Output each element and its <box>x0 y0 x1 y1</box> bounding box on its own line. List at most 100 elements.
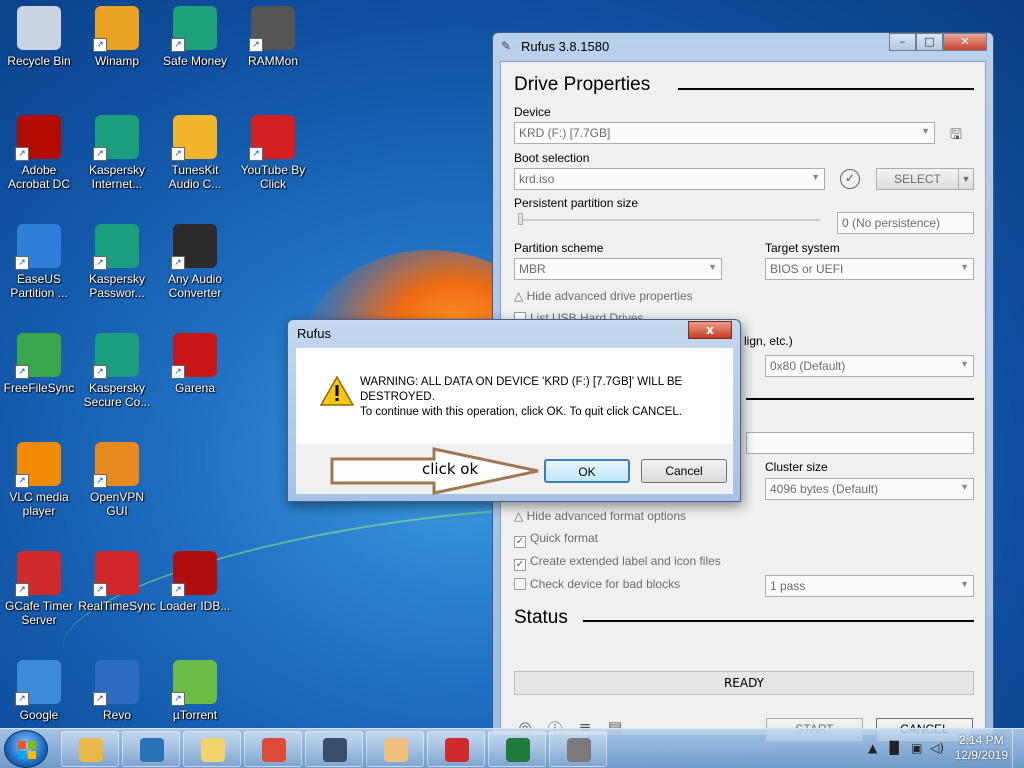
partition-scheme-value: MBR <box>519 262 546 276</box>
safely-remove-icon[interactable]: ▣ <box>911 741 922 755</box>
extended-label-checkbox[interactable]: ✓ Create extended label and icon files <box>514 554 721 571</box>
check-icon[interactable]: ✓ <box>840 169 860 189</box>
desktop-shortcut[interactable]: ↗ VLC media player <box>0 442 78 518</box>
dialog-cancel-button[interactable]: Cancel <box>641 459 727 483</box>
openvpn-icon: ↗ <box>93 442 139 488</box>
persistent-size-field[interactable]: 0 (No persistence) <box>837 212 974 234</box>
status-heading: Status <box>514 607 568 628</box>
minimize-button[interactable]: – <box>889 33 916 51</box>
desktop-shortcut[interactable]: ↗ Safe Money <box>156 6 234 68</box>
target-system-select[interactable]: BIOS or UEFI ▼ <box>765 258 974 280</box>
taskbar-button[interactable] <box>305 731 363 767</box>
taskbar-button[interactable] <box>427 731 485 767</box>
shortcut-arrow-icon: ↗ <box>171 147 185 161</box>
shortcut-arrow-icon: ↗ <box>93 256 107 270</box>
desktop-shortcut[interactable]: ↗ Kaspersky Passwor... <box>78 224 156 300</box>
select-button[interactable]: SELECT <box>876 168 959 190</box>
hide-advanced-format-toggle[interactable]: △ Hide advanced format options <box>514 509 686 523</box>
taskbar-button[interactable] <box>183 731 241 767</box>
show-hidden-icons-icon[interactable]: ▲ <box>868 741 877 755</box>
taskbar: ▲ ▐▌ ▣ ◁) 2:14 PM 12/9/2019 <box>0 728 1024 768</box>
shortcut-arrow-icon: ↗ <box>171 365 185 379</box>
network-icon[interactable]: ▐▌ <box>885 741 903 755</box>
dialog-close-button[interactable]: x <box>688 321 732 339</box>
clock[interactable]: 2:14 PM 12/9/2019 <box>955 733 1008 763</box>
start-button[interactable] <box>4 730 48 768</box>
show-desktop-button[interactable] <box>1012 729 1024 768</box>
quick-format-checkbox[interactable]: ✓ Quick format <box>514 531 598 548</box>
shortcut-arrow-icon: ↗ <box>171 256 185 270</box>
boot-selection-select[interactable]: krd.iso ▼ <box>514 168 825 190</box>
acrobat-icon: ↗ <box>15 115 61 161</box>
passes-select[interactable]: 1 pass ▼ <box>765 575 974 597</box>
rufus-window-title: Rufus 3.8.1580 <box>521 39 610 54</box>
desktop-shortcut[interactable]: ↗ YouTube By Click <box>234 115 312 191</box>
utorrent-icon: ↗ <box>171 660 217 706</box>
taskbar-button[interactable] <box>366 731 424 767</box>
youtube-icon: ↗ <box>249 115 295 161</box>
chrome-icon <box>262 738 286 762</box>
chevron-down-icon: ▼ <box>960 482 969 492</box>
desktop-shortcut[interactable]: Recycle Bin <box>0 6 78 68</box>
bios-id-value: 0x80 (Default) <box>770 359 846 373</box>
desktop-shortcut[interactable]: ↗ Kaspersky Secure Co... <box>78 333 156 409</box>
desktop-shortcut[interactable]: ↗ TunesKit Audio C... <box>156 115 234 191</box>
bios-id-select[interactable]: 0x80 (Default) ▼ <box>765 355 974 377</box>
extended-label-label: Create extended label and icon files <box>530 554 721 568</box>
desktop-shortcut[interactable]: ↗ Revo <box>78 660 156 722</box>
desktop-shortcut-label: RAMMon <box>247 54 298 68</box>
desktop-shortcut[interactable]: ↗ GCafe Timer Server <box>0 551 78 627</box>
bad-blocks-checkbox[interactable]: Check device for bad blocks <box>514 577 680 591</box>
hide-advanced-drive-toggle[interactable]: △ Hide advanced drive properties <box>514 289 693 303</box>
file-explorer-icon <box>79 738 103 762</box>
desktop-shortcut-label: Kaspersky Internet... <box>88 163 146 191</box>
volume-icon[interactable]: ◁) <box>930 741 944 755</box>
desktop-shortcut[interactable]: ↗ Google <box>0 660 78 722</box>
usb-drive-icon <box>567 738 591 762</box>
taskbar-button[interactable] <box>61 731 119 767</box>
tuneskit-icon: ↗ <box>171 115 217 161</box>
desktop-shortcut[interactable]: ↗ Any Audio Converter <box>156 224 234 300</box>
desktop-shortcut[interactable]: ↗ µTorrent <box>156 660 234 722</box>
annotation-text: click ok <box>422 460 479 478</box>
desktop-shortcut-label: Google <box>19 708 59 722</box>
desktop-shortcut[interactable]: ↗ Adobe Acrobat DC <box>0 115 78 191</box>
desktop-shortcut[interactable]: ↗ Winamp <box>78 6 156 68</box>
maximize-button[interactable]: □ <box>916 33 943 51</box>
desktop-shortcut[interactable]: ↗ Loader IDB... <box>156 551 234 613</box>
shortcut-arrow-icon: ↗ <box>93 147 107 161</box>
ok-button[interactable]: OK <box>544 459 630 483</box>
taskbar-button[interactable] <box>244 731 302 767</box>
desktop-shortcut[interactable]: ↗ Garena <box>156 333 234 395</box>
desktop-shortcut[interactable]: ↗ FreeFileSync <box>0 333 78 395</box>
persistent-slider-thumb[interactable] <box>518 213 523 225</box>
save-icon[interactable]: 🖫 <box>950 124 968 143</box>
window-controls: – □ ✕ <box>889 33 987 51</box>
chrome-icon: ↗ <box>15 660 61 706</box>
cluster-size-select[interactable]: 4096 bytes (Default) ▼ <box>765 478 974 500</box>
taskbar-button[interactable] <box>549 731 607 767</box>
persistent-slider-track[interactable] <box>518 219 820 221</box>
checkbox-box <box>514 578 526 590</box>
select-dropdown-button[interactable]: ▼ <box>958 168 974 190</box>
volume-label-field[interactable] <box>746 432 974 454</box>
chevron-down-icon: ▼ <box>960 359 969 369</box>
desktop-shortcut[interactable]: ↗ RAMMon <box>234 6 312 68</box>
chevron-up-icon: △ <box>514 509 524 523</box>
hide-advanced-drive-label: Hide advanced drive properties <box>526 289 693 303</box>
shortcut-arrow-icon: ↗ <box>171 583 185 597</box>
persistent-size-value: 0 (No persistence) <box>842 216 941 230</box>
chevron-down-icon: ▼ <box>960 579 969 589</box>
taskbar-button[interactable] <box>122 731 180 767</box>
partition-scheme-select[interactable]: MBR ▼ <box>514 258 722 280</box>
desktop-shortcut[interactable]: ↗ EaseUS Partition ... <box>0 224 78 300</box>
close-window-button[interactable]: ✕ <box>943 33 987 51</box>
device-select[interactable]: KRD (F:) [7.7GB] ▼ <box>514 122 935 144</box>
desktop-shortcut[interactable]: ↗ Kaspersky Internet... <box>78 115 156 191</box>
dialog-message: WARNING: ALL DATA ON DEVICE 'KRD (F:) [7… <box>360 375 720 420</box>
dialog-message-line2: To continue with this operation, click O… <box>360 406 682 418</box>
taskbar-button[interactable] <box>488 731 546 767</box>
desktop-shortcut[interactable]: ↗ RealTimeSync <box>78 551 156 613</box>
desktop-shortcut[interactable]: ↗ OpenVPN GUI <box>78 442 156 518</box>
chevron-down-icon: ▼ <box>960 262 969 272</box>
